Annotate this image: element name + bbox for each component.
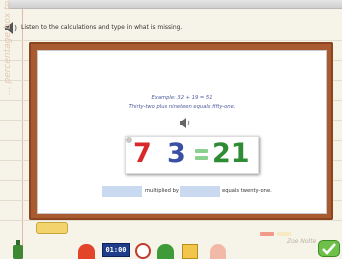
ok-check-icon xyxy=(322,243,336,255)
operator-blank[interactable] xyxy=(126,137,132,143)
equals-sign xyxy=(195,149,208,161)
answer-input-1[interactable] xyxy=(102,186,142,197)
ruled-line xyxy=(0,40,342,41)
equation-card: 7 3 21 xyxy=(125,136,259,174)
top-bar xyxy=(8,0,342,9)
bottle-icon xyxy=(13,240,23,259)
whiteboard: Example: 32 + 19 = 51 Thirty-two plus ni… xyxy=(37,50,327,214)
answer-input-2[interactable] xyxy=(180,186,220,197)
decorative-handwriting: ... percentage box to ... xyxy=(3,0,13,95)
chalkboard-frame: Example: 32 + 19 = 51 Thirty-two plus ni… xyxy=(29,42,333,220)
ok-check-button[interactable] xyxy=(318,240,340,257)
speaker-icon[interactable] xyxy=(179,118,191,128)
book-button[interactable] xyxy=(182,244,198,259)
chalk-red xyxy=(260,232,274,236)
options-button[interactable] xyxy=(157,244,174,259)
second-number: 3 xyxy=(167,138,186,169)
clock-icon: 01:00 xyxy=(102,243,130,257)
first-number: 7 xyxy=(133,138,152,169)
chalk-white xyxy=(277,232,291,236)
multiplied-by-label: multiplied by xyxy=(145,188,179,194)
example-words: Thirty-two plus nineteen equals fifty-on… xyxy=(128,104,236,110)
sponge-icon xyxy=(36,222,68,234)
tools-button[interactable] xyxy=(210,244,226,259)
back-button[interactable] xyxy=(78,244,95,259)
help-button[interactable] xyxy=(135,243,151,259)
ruled-line xyxy=(0,220,342,221)
example-equation: Example: 32 + 19 = 51 xyxy=(151,95,213,101)
result-number: 21 xyxy=(212,138,250,169)
equals-label: equals twenty-one. xyxy=(222,188,272,194)
instruction-text: Listen to the calculations and type in w… xyxy=(21,24,183,31)
chalk-icon xyxy=(260,232,292,236)
